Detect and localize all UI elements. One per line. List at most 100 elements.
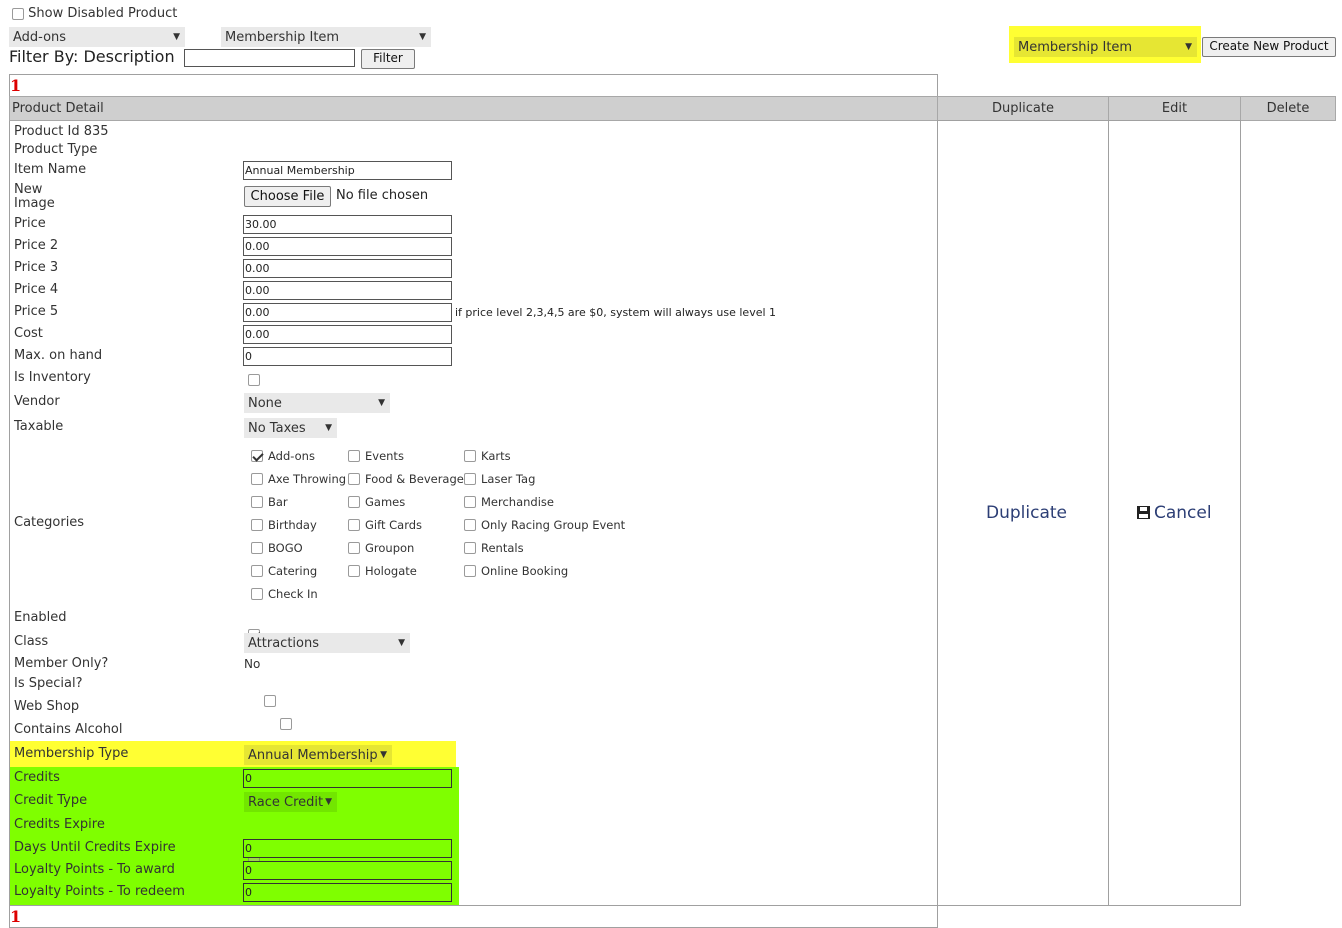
category-checkbox[interactable] — [251, 519, 263, 531]
category-hologate[interactable]: Hologate — [348, 564, 417, 578]
category-events[interactable]: Events — [348, 449, 404, 463]
product-type-label: Product Type — [14, 142, 98, 157]
create-new-product-button[interactable]: Create New Product — [1202, 37, 1336, 57]
vendor-value: None — [248, 396, 282, 411]
category-checkbox[interactable] — [464, 450, 476, 462]
chevron-down-icon: ▼ — [398, 638, 405, 648]
category-label: Only Racing Group Event — [481, 518, 626, 532]
category-checkbox[interactable] — [464, 542, 476, 554]
category-karts[interactable]: Karts — [464, 449, 511, 463]
taxable-select[interactable]: No Taxes ▼ — [244, 418, 337, 438]
price3-input[interactable]: 0.00 — [243, 259, 452, 278]
credits-input[interactable]: 0 — [243, 769, 452, 788]
category-checkbox[interactable] — [464, 496, 476, 508]
is-inventory-checkbox[interactable] — [248, 373, 260, 386]
category-label: Groupon — [365, 541, 415, 555]
category-label: Food & Beverage — [365, 472, 464, 486]
categories-label: Categories — [14, 515, 85, 530]
header-edit: Edit — [1108, 96, 1241, 121]
product-type-filter-select[interactable]: Membership Item ▼ — [221, 27, 431, 47]
price2-input[interactable]: 0.00 — [243, 237, 452, 256]
category-online-booking[interactable]: Online Booking — [464, 564, 568, 578]
category-axe-throwing[interactable]: Axe Throwing — [251, 472, 346, 486]
category-checkbox[interactable] — [348, 473, 360, 485]
category-checkbox[interactable] — [251, 588, 263, 600]
is-special-label: Is Special? — [14, 676, 83, 691]
category-bogo[interactable]: BOGO — [251, 541, 303, 555]
category-bar[interactable]: Bar — [251, 495, 288, 509]
show-disabled-toggle[interactable]: Show Disabled Product — [12, 6, 177, 21]
category-checkbox[interactable] — [464, 473, 476, 485]
category-add-ons[interactable]: Add-ons — [251, 449, 315, 463]
web-shop-checkbox[interactable] — [280, 717, 293, 730]
is-inventory-label: Is Inventory — [14, 370, 91, 385]
membership-type-value: Annual Membership — [248, 748, 378, 763]
category-checkbox[interactable] — [464, 519, 476, 531]
chevron-down-icon: ▼ — [325, 797, 332, 807]
category-catering[interactable]: Catering — [251, 564, 317, 578]
duplicate-link[interactable]: Duplicate — [986, 503, 1067, 523]
class-select[interactable]: Attractions ▼ — [244, 633, 410, 653]
category-checkbox[interactable] — [251, 450, 263, 462]
price-input[interactable]: 30.00 — [243, 215, 452, 234]
item-name-label: Item Name — [14, 162, 87, 177]
category-groupon[interactable]: Groupon — [348, 541, 414, 555]
row-divider — [9, 905, 938, 906]
category-label: BOGO — [268, 541, 303, 555]
category-food-beverage[interactable]: Food & Beverage — [348, 472, 464, 486]
category-checkbox[interactable] — [251, 496, 263, 508]
category-games[interactable]: Games — [348, 495, 405, 509]
cost-input[interactable]: 0.00 — [243, 325, 452, 344]
category-checkbox[interactable] — [348, 450, 360, 462]
category-rentals[interactable]: Rentals — [464, 541, 524, 555]
category-merchandise[interactable]: Merchandise — [464, 495, 554, 509]
category-only-racing-group-event[interactable]: Only Racing Group Event — [464, 518, 625, 532]
category-checkbox[interactable] — [348, 519, 360, 531]
category-birthday[interactable]: Birthday — [251, 518, 317, 532]
category-laser-tag[interactable]: Laser Tag — [464, 472, 535, 486]
category-checkbox[interactable] — [348, 496, 360, 508]
is-special-checkbox[interactable] — [264, 694, 277, 707]
cost-label: Cost — [14, 326, 43, 341]
pager-top[interactable]: 1 — [10, 76, 21, 95]
choose-file-button[interactable]: Choose File — [244, 186, 331, 207]
category-checkbox[interactable] — [348, 542, 360, 554]
show-disabled-checkbox[interactable] — [12, 7, 24, 20]
membership-type-label: Membership Type — [14, 746, 129, 761]
category-checkbox[interactable] — [251, 473, 263, 485]
product-type-filter-value: Membership Item — [225, 30, 340, 45]
category-gift-cards[interactable]: Gift Cards — [348, 518, 422, 532]
contains-alcohol-label: Contains Alcohol — [14, 722, 123, 737]
loyalty-award-input[interactable]: 0 — [243, 861, 452, 880]
item-name-input[interactable]: Annual Membership — [243, 161, 452, 180]
category-filter-select[interactable]: Add-ons ▼ — [9, 27, 185, 47]
price4-input[interactable]: 0.00 — [243, 281, 452, 300]
category-checkbox[interactable] — [251, 542, 263, 554]
chevron-down-icon: ▼ — [378, 398, 385, 408]
category-label: Merchandise — [481, 495, 554, 509]
enabled-label: Enabled — [14, 610, 67, 625]
loyalty-redeem-input[interactable]: 0 — [243, 883, 452, 902]
new-product-type-select[interactable]: Membership Item ▼ — [1014, 37, 1197, 57]
pager-bottom[interactable]: 1 — [10, 907, 21, 926]
category-checkbox[interactable] — [251, 565, 263, 577]
category-checkbox[interactable] — [348, 565, 360, 577]
category-check-in[interactable]: Check In — [251, 587, 318, 601]
category-checkbox[interactable] — [464, 565, 476, 577]
membership-type-select[interactable]: Annual Membership ▼ — [244, 745, 392, 765]
filter-description-input[interactable] — [184, 49, 355, 67]
vendor-select[interactable]: None ▼ — [244, 393, 390, 413]
category-label: Karts — [481, 449, 511, 463]
credit-type-select[interactable]: Race Credit ▼ — [244, 792, 337, 812]
max-on-hand-input[interactable]: 0 — [243, 347, 452, 366]
chevron-down-icon: ▼ — [173, 32, 180, 42]
price5-input[interactable]: 0.00 — [243, 303, 452, 322]
loyalty-award-label: Loyalty Points - To award — [14, 862, 175, 877]
chevron-down-icon: ▼ — [380, 750, 387, 760]
no-file-text: No file chosen — [336, 188, 429, 203]
days-until-expire-input[interactable]: 0 — [243, 839, 452, 858]
cancel-link[interactable]: Cancel — [1137, 503, 1212, 523]
taxable-value: No Taxes — [248, 421, 306, 436]
price3-label: Price 3 — [14, 260, 59, 275]
filter-button[interactable]: Filter — [361, 49, 415, 69]
